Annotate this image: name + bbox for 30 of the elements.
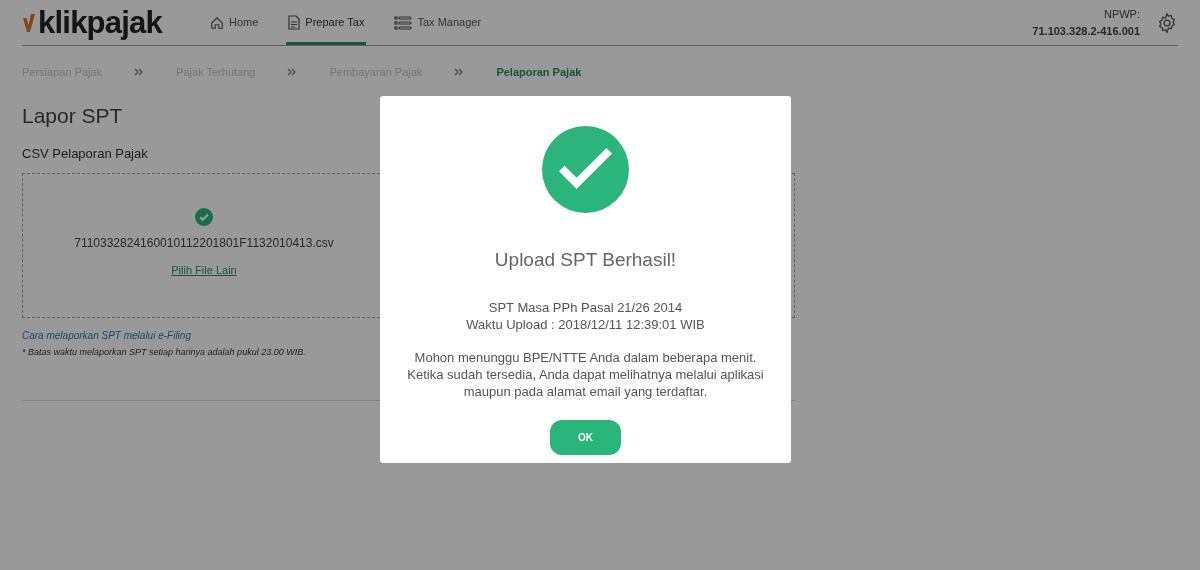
check-circle-icon (195, 208, 213, 227)
document-icon (288, 15, 301, 30)
checkmark-logo-icon (22, 11, 36, 34)
upload-detail: SPT Masa PPh Pasal 21/26 2014 (488, 298, 683, 316)
section-label: CSV Pelaporan Pajak (22, 144, 149, 163)
chevron-icon (134, 68, 145, 76)
ok-button[interactable]: OK (550, 419, 621, 455)
deadline-note: * Batas waktu melaporkan SPT setiap harinya adalah pukul 23.00 WIB. (22, 346, 306, 359)
success-check-icon (542, 126, 629, 213)
dialog-message: Mohon menunggu BPE/NTTE Anda dalam beberapa menit. (414, 348, 757, 366)
file-name: 7110332824160010112201801F1132010413.csv (74, 235, 334, 253)
nav-tab[interactable]: Prepare Tax (286, 0, 367, 45)
nav-tab[interactable]: Tax Manager (392, 0, 484, 45)
chevron-icon (287, 68, 298, 76)
npwp-label: NPWP: (1102, 7, 1140, 22)
list-icon (394, 15, 413, 30)
page-title: Lapor SPT (22, 103, 124, 129)
dialog-message: maupun pada alamat email yang terdaftar. (463, 382, 708, 400)
chevron-icon (454, 68, 465, 76)
dialog-title: Upload SPT Berhasil! (494, 248, 677, 272)
help-link[interactable]: Cara melaporkan SPT melalui e-Filing (22, 328, 191, 343)
settings-icon[interactable] (1156, 11, 1178, 34)
breadcrumb-step[interactable]: Pelaporan Pajak (496, 63, 582, 81)
logo: klikpajak (38, 7, 162, 38)
dialog-message: Ketika sudah tersedia, Anda dapat melihatnya melalui aplikasi (407, 365, 764, 383)
upload-detail: Waktu Upload : 2018/12/11 12:39:01 WIB (466, 315, 705, 333)
nav-tab[interactable]: Home (208, 0, 261, 45)
npwp-number: 71.103.328.2-416.001 (1032, 23, 1140, 39)
choose-file-link[interactable]: Pilih File Lain (171, 262, 237, 279)
home-icon (210, 15, 224, 30)
